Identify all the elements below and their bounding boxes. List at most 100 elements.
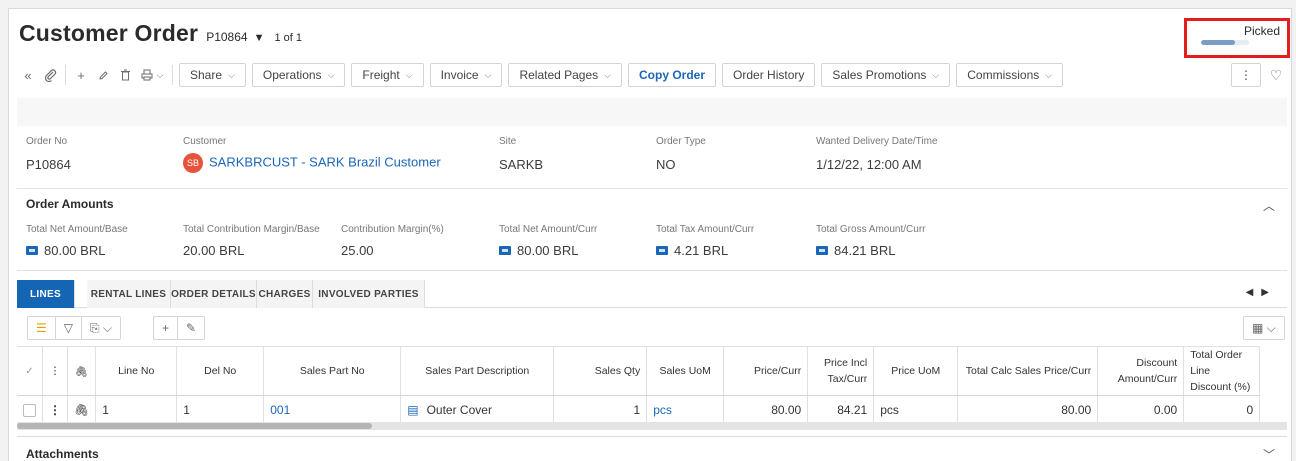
order-header-fields: Order No P10864 Customer SB SARKBRCUST - …	[17, 128, 1287, 183]
column-header[interactable]: Sales Qty	[553, 346, 648, 396]
row-checkbox[interactable]	[17, 395, 43, 424]
tab-order-details[interactable]: ORDER DETAILS	[171, 280, 257, 308]
customer-link[interactable]: SB SARKBRCUST - SARK Brazil Customer	[183, 153, 441, 173]
amount-label: Contribution Margin(%)	[341, 224, 444, 235]
edit-icon[interactable]	[92, 64, 114, 86]
lines-grid-toolbar: ☰ ▽ ⎘ ⌵ + ✎ ▦ ⌵	[17, 312, 1287, 342]
wanted-delivery-field: Wanted Delivery Date/Time 1/12/22, 12:00…	[816, 136, 938, 172]
share-label: Share	[190, 68, 223, 82]
money-icon	[499, 246, 511, 255]
more-actions-icon[interactable]: ⋮	[1231, 63, 1261, 87]
discount-amount-cell: 0.00	[1097, 395, 1185, 424]
delete-icon[interactable]	[114, 64, 136, 86]
order-amounts-title: Order Amounts	[26, 197, 114, 211]
chevron-up-icon[interactable]: ︿	[1263, 197, 1275, 214]
tab-charges[interactable]: CHARGES	[257, 280, 313, 308]
invoice-label: Invoice	[440, 68, 479, 82]
column-header[interactable]: Total Order Line Discount (%)	[1183, 346, 1261, 396]
column-header[interactable]: Del No	[176, 346, 265, 396]
page-header: Customer Order P10864 ▼ 1 of 1	[19, 20, 302, 47]
amount-label: Total Tax Amount/Curr	[656, 224, 755, 235]
operations-button[interactable]: Operations ⌵	[251, 63, 346, 87]
page-title: Customer Order	[19, 20, 199, 46]
scrollbar-thumb[interactable]	[17, 423, 372, 429]
command-toolbar: « + ⌵ Share ⌵ Operations ⌵ Freight ⌵ Invoic…	[17, 63, 1287, 87]
money-icon	[26, 246, 38, 255]
order-lines-table: ✓ ⋮ 🖇 Line No Del No Sales Part No Sales…	[17, 346, 1261, 424]
sales-qty-cell: 1	[553, 395, 648, 424]
sales-uom-link[interactable]: pcs	[646, 395, 725, 424]
description-text: Outer Cover	[426, 402, 492, 417]
list-view-icon[interactable]: ☰	[28, 321, 55, 335]
column-header[interactable]: Total Calc Sales Price/Curr	[957, 346, 1099, 396]
copy-order-button[interactable]: Copy Order	[628, 63, 717, 87]
collapse-panel-icon[interactable]: «	[17, 64, 39, 86]
total-gross-amount-curr: Total Gross Amount/Curr 84.21 BRL	[816, 224, 925, 258]
grid-tools-group: ☰ ▽ ⎘ ⌵	[27, 316, 122, 340]
document-icon[interactable]: ▤	[407, 403, 418, 417]
amount-text: 80.00 BRL	[44, 243, 106, 258]
invoice-button[interactable]: Invoice ⌵	[429, 63, 503, 87]
select-all-checkmark-icon[interactable]: ✓	[17, 346, 43, 396]
amount-label: Total Contribution Margin/Base	[183, 224, 320, 235]
order-no-label: Order No	[26, 136, 68, 147]
customer-avatar: SB	[183, 153, 203, 173]
row-attachment-icon[interactable]: 🖇	[67, 395, 97, 424]
column-header[interactable]: Price Incl Tax/Curr	[807, 346, 875, 396]
attachment-icon[interactable]	[39, 64, 61, 86]
column-header[interactable]: Sales UoM	[646, 346, 725, 396]
column-header[interactable]: Sales Part No	[263, 346, 402, 396]
column-header[interactable]: Sales Part Description	[400, 346, 555, 396]
tab-rental-lines[interactable]: RENTAL LINES	[87, 280, 171, 308]
related-pages-button[interactable]: Related Pages ⌵	[508, 63, 622, 87]
record-count: 1 of 1	[274, 32, 302, 44]
order-type-field: Order Type NO	[656, 136, 706, 172]
freight-button[interactable]: Freight ⌵	[351, 63, 424, 87]
column-header[interactable]: Line No	[95, 346, 178, 396]
attachments-panel[interactable]: Attachments ﹀	[17, 436, 1287, 461]
line-discount-cell: 0	[1183, 395, 1261, 424]
total-calc-price-cell: 80.00	[957, 395, 1099, 424]
tab-involved-parties[interactable]: INVOLVED PARTIES	[313, 280, 425, 308]
column-header[interactable]: Price UoM	[873, 346, 959, 396]
total-net-amount-base: Total Net Amount/Base 80.00 BRL	[26, 224, 128, 258]
header-band	[17, 98, 1287, 126]
chevron-down-icon: ⌵	[327, 69, 335, 80]
print-menu-icon[interactable]: ⌵	[136, 64, 168, 86]
table-row[interactable]: ⋮ 🖇 1 1 001 ▤ Outer Cover 1 pcs 80.00 84.…	[17, 395, 1261, 424]
row-menu-icon[interactable]: ⋮	[42, 395, 68, 424]
add-icon[interactable]: +	[70, 64, 92, 86]
site-field: Site SARKB	[499, 136, 543, 172]
commissions-button[interactable]: Commissions ⌵	[956, 63, 1064, 87]
column-header[interactable]: Price/Curr	[723, 346, 809, 396]
customer-value: SARKBRCUST - SARK Brazil Customer	[209, 154, 441, 170]
column-chooser-icon[interactable]: ▦ ⌵	[1243, 316, 1285, 340]
order-selector-caret-icon[interactable]: ▼	[254, 32, 265, 44]
order-history-button[interactable]: Order History	[722, 63, 816, 87]
chevron-down-icon[interactable]: ﹀	[1263, 446, 1275, 461]
order-reference[interactable]: P10864	[206, 30, 247, 44]
sales-promotions-label: Sales Promotions	[832, 68, 927, 82]
wanted-delivery-label: Wanted Delivery Date/Time	[816, 136, 938, 147]
export-menu-icon[interactable]: ⎘ ⌵	[82, 321, 120, 336]
column-header[interactable]: Discount Amount/Curr	[1097, 346, 1185, 396]
chevron-down-icon: ⌵	[405, 69, 413, 80]
order-no-value: P10864	[26, 157, 71, 172]
tab-lines[interactable]: LINES	[17, 280, 75, 308]
edit-row-icon[interactable]: ✎	[178, 321, 204, 335]
commissions-label: Commissions	[967, 68, 1040, 82]
horizontal-scrollbar[interactable]	[17, 422, 1287, 430]
amount-text: 80.00 BRL	[517, 243, 579, 258]
favorite-heart-icon[interactable]: ♡	[1265, 64, 1287, 86]
sales-promotions-button[interactable]: Sales Promotions ⌵	[821, 63, 951, 87]
detail-tabs: LINES RENTAL LINES ORDER DETAILS CHARGES…	[17, 280, 1287, 308]
share-button[interactable]: Share ⌵	[179, 63, 246, 87]
freight-label: Freight	[362, 68, 400, 82]
tab-scroll-arrows-icon[interactable]: ◀▶	[1246, 287, 1277, 298]
add-row-icon[interactable]: +	[154, 321, 177, 335]
amount-value: 20.00 BRL	[183, 243, 245, 258]
sales-part-no-link[interactable]: 001	[263, 395, 402, 424]
status-progress-fill	[1201, 40, 1235, 45]
row-edit-group: + ✎	[153, 316, 206, 340]
filter-icon[interactable]: ▽	[56, 321, 81, 335]
